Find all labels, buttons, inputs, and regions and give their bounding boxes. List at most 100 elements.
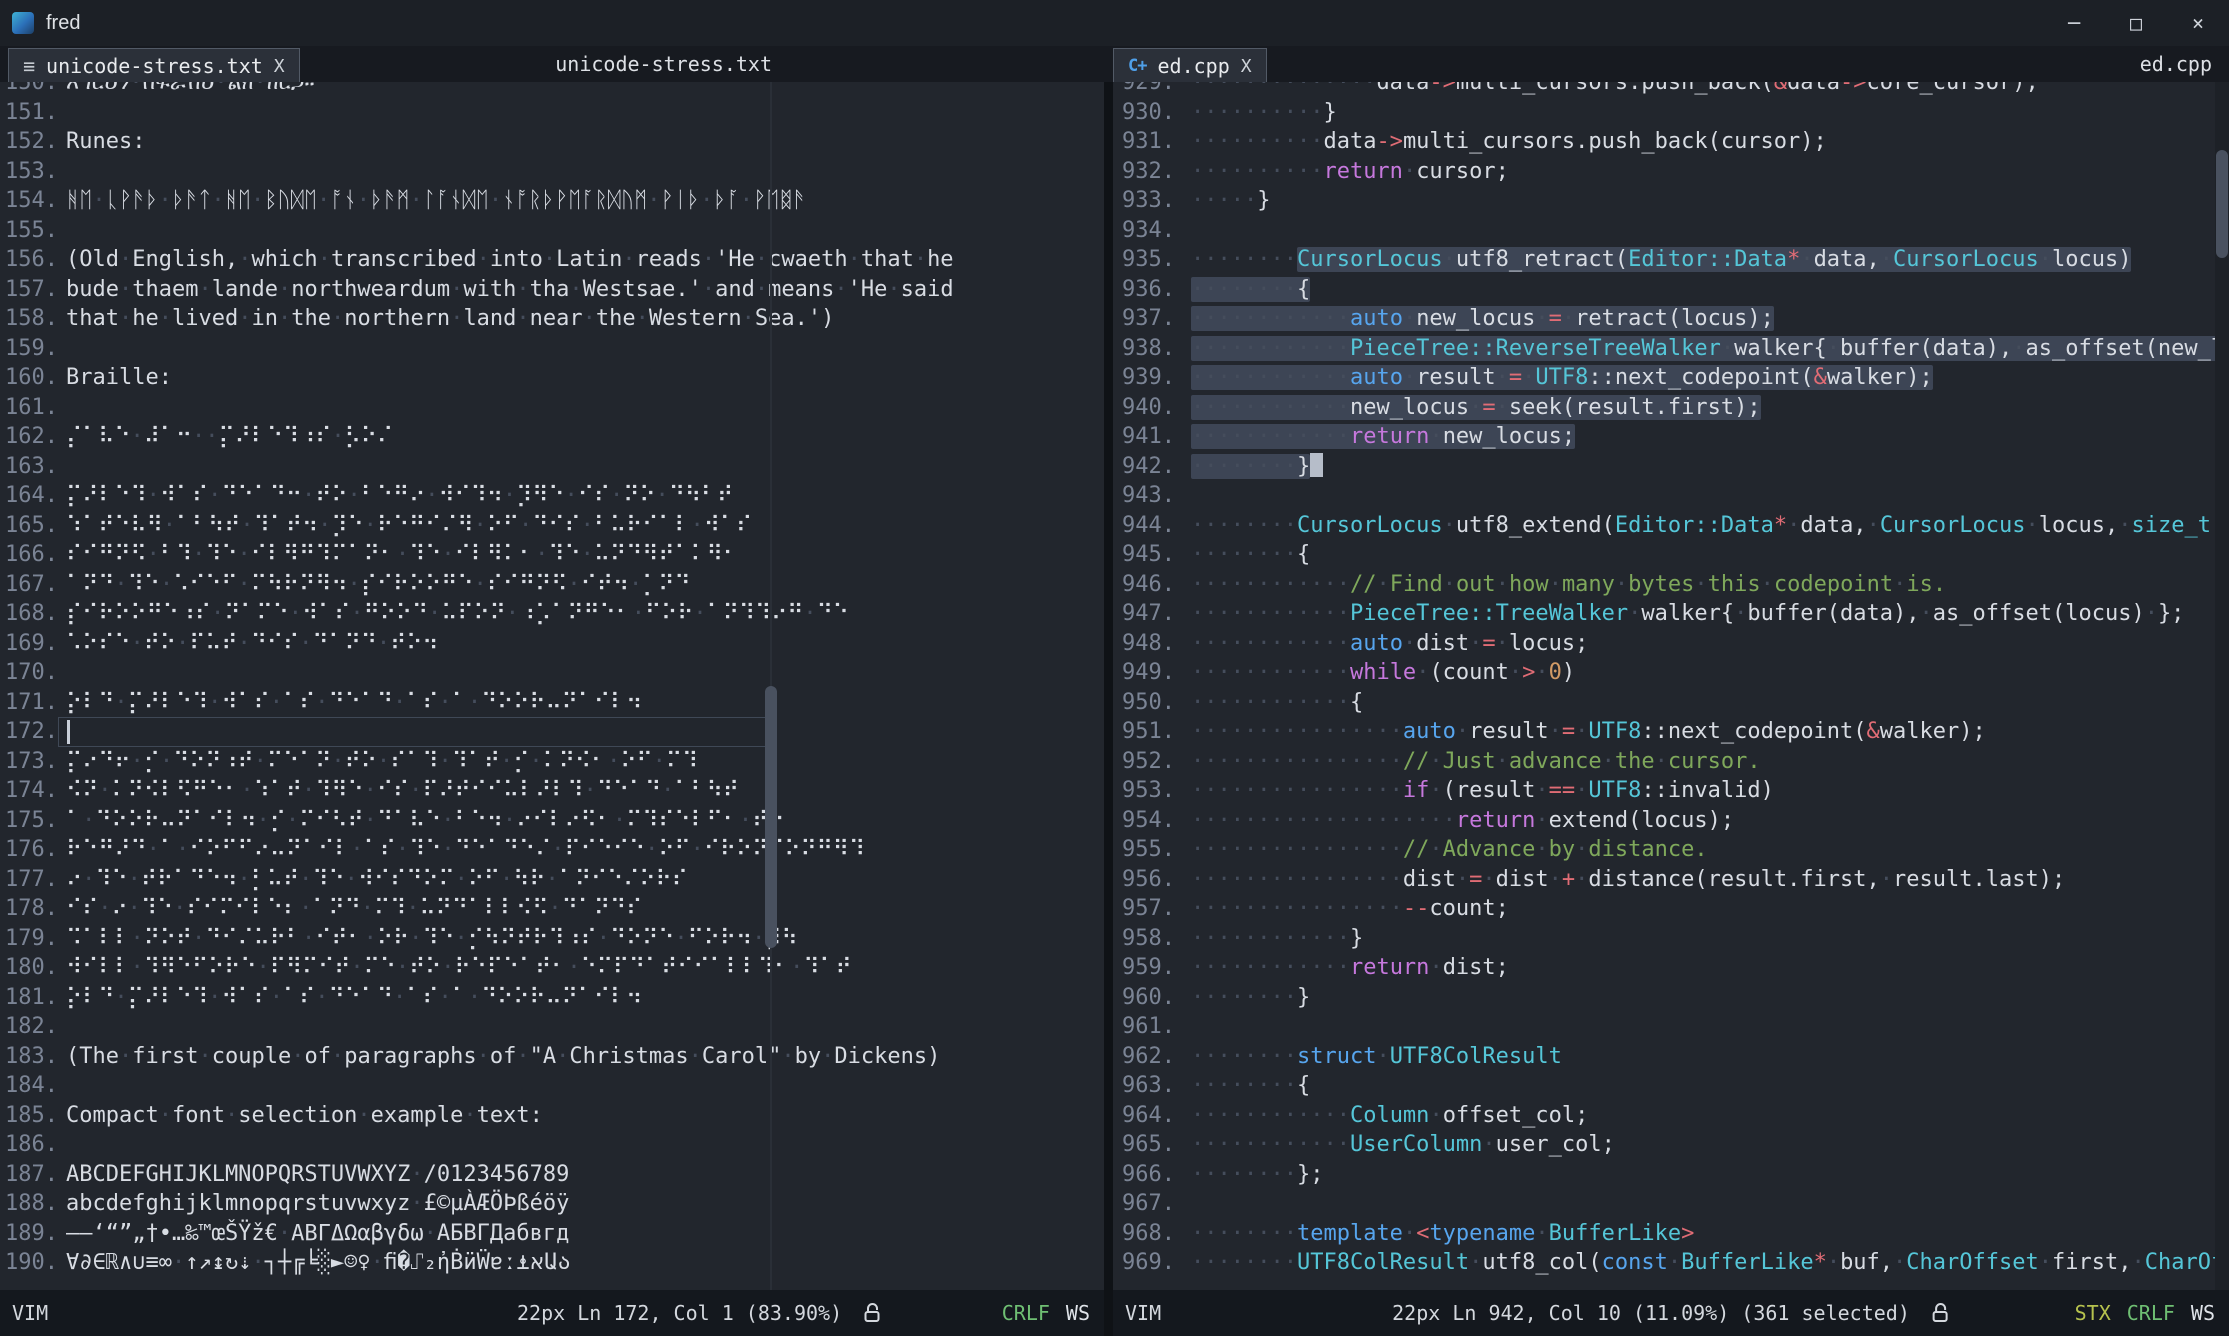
editor-line[interactable]: 929.··············data->multi_cursors.pu… [1113,82,2229,98]
tab-close-icon[interactable]: X [274,56,285,77]
editor-line[interactable]: 950.············{ [1113,688,2229,718]
editor-line[interactable]: 930.··········} [1113,98,2229,128]
editor-line[interactable]: 155. [0,216,954,246]
editor-line[interactable]: 156.(Old·English,·which·transcribed·into… [0,245,954,275]
editor-line[interactable]: 185.Compact·font·selection·example·text: [0,1101,954,1131]
whitespace-indicator[interactable]: WS [1066,1301,1090,1325]
editor-line[interactable]: 944.········CursorLocus·utf8_extend(Edit… [1113,511,2229,541]
left-scrollbar-thumb[interactable] [765,686,777,948]
editor-line[interactable]: 941.············return·new_locus; [1113,422,2229,452]
editor-line[interactable]: 965.············UserColumn·user_col; [1113,1130,2229,1160]
editor-line[interactable]: 963.········{ [1113,1071,2229,1101]
editor-line[interactable]: 183.(The·first·couple·of·paragraphs·of·"… [0,1042,954,1072]
editor-line[interactable]: 168.⡎⠊⠗⠕⠕⠛⠑⠰⠎·⠝⠁⠍⠑·⠺⠁⠎·⠛⠕⠕⠙·⠥⠏⠕⠝·⠰⡡⠁⠝⠛⠑⠂… [0,599,954,629]
editor-line[interactable]: 933.·····} [1113,186,2229,216]
editor-line[interactable]: 173.⡍⠔⠙⠖·⡊·⠙⠕⠝⠰⠞·⠍⠑⠁⠝·⠞⠕·⠎⠁⠹·⠹⠁⠞·⡊·⠅⠝⠪⠂·… [0,747,954,777]
editor-line[interactable]: 948.············auto·dist·=·locus; [1113,629,2229,659]
editor-line[interactable]: 174.⠪⠝·⠅⠝⠪⠇⠫⠛⠑⠂·⠱⠁⠞·⠹⠻⠑·⠊⠎·⠏⠜⠞⠊⠊⠥⠇⠜⠇⠹·⠙⠑… [0,776,954,806]
editor-line[interactable]: 150.እግርህን·በፍራሽህ·ልክ·ዘርጋ። [0,82,954,98]
editor-line[interactable]: 190.∀∂∈ℝ∧∪≡∞·↑↗↨↻⇣·┐┼╔╘░►☺♀·ﬁ�⑀₂ἠḂӥẄɐː⍎א… [0,1248,954,1278]
editor-line[interactable]: 961. [1113,1012,2229,1042]
editor-line[interactable]: 186. [0,1130,954,1160]
editor-line[interactable]: 964.············Column·offset_col; [1113,1101,2229,1131]
editor-line[interactable]: 153. [0,157,954,187]
editor-line[interactable]: 946.············//·Find·out·how·many·byt… [1113,570,2229,600]
whitespace-indicator[interactable]: WS [2191,1301,2215,1325]
unlock-icon[interactable] [1930,1302,1950,1324]
line-ending-indicator[interactable]: CRLF [2127,1301,2175,1325]
editor-line[interactable]: 179.⠩⠁⠇⠇·⠝⠕⠞·⠙⠊⠌⠥⠗⠃·⠊⠞⠂·⠕⠗·⠹⠑·⡊⠳⠝⠞⠗⠹⠰⠎·⠙… [0,924,954,954]
editor-line[interactable]: 966.········}; [1113,1160,2229,1190]
editor-line[interactable]: 159. [0,334,954,364]
editor-line[interactable]: 151. [0,98,954,128]
editor-line[interactable]: 154.ᚻᛖ·ᚳᚹᚫᚦ·ᚦᚫᛏ·ᚻᛖ·ᛒᚢᛞᛖ·ᚩᚾ·ᚦᚫᛗ·ᛚᚪᚾᛞᛖ·ᚾᚩᚱ… [0,186,954,216]
editor-line[interactable]: 164.⡍⠜⠇⠑⠹·⠺⠁⠎·⠙⠑⠁⠙⠒·⠞⠕·⠃⠑⠛⠔·⠺⠊⠹⠲·⡹⠻⠑·⠊⠎·… [0,481,954,511]
line-ending-indicator[interactable]: CRLF [1002,1301,1050,1325]
editor-line[interactable]: 184. [0,1071,954,1101]
editor-line[interactable]: 169.⠡⠕⠎⠑·⠞⠕·⠏⠥⠞·⠙⠊⠎·⠙⠁⠝⠙·⠞⠕⠲ [0,629,954,659]
tab-unicode-stress[interactable]: ≡ unicode-stress.txt X [8,48,300,83]
tab-ed-cpp[interactable]: C+ ed.cpp X [1113,48,1267,83]
editor-line[interactable]: 182. [0,1012,954,1042]
editor-line[interactable]: 940.············new_locus·=·seek(result.… [1113,393,2229,423]
editor-line[interactable]: 178.⠊⠎·⠔·⠹⠑·⠎⠊⠍⠊⠇⠑⠆·⠁⠝⠙·⠍⠹·⠥⠝⠙⠁⠇⠇⠪⠫·⠙⠁⠝⠙… [0,894,954,924]
editor-line[interactable]: 189.–—‘“”„†•…‰™œŠŸž€·ΑΒΓΔΩαβγδω·АБВГДабв… [0,1219,954,1249]
editor-line[interactable]: 175.⠁·⠙⠕⠕⠗⠤⠝⠁⠊⠇⠲·⡊·⠍⠊⠣⠞·⠙⠁⠧⠑·⠃⠑⠲·⠔⠊⠇⠔⠫⠂·… [0,806,954,836]
tab-close-icon[interactable]: X [1241,56,1252,77]
editor-line[interactable]: 158.that·he·lived·in·the·northern·land·n… [0,304,954,334]
editor-line[interactable]: 163. [0,452,954,482]
editor-line[interactable]: 937.············auto·new_locus·=·retract… [1113,304,2229,334]
right-editor[interactable]: 929.··············data->multi_cursors.pu… [1113,82,2229,1290]
pane-splitter[interactable] [1104,82,1113,1290]
editor-line[interactable]: 968.········template·<typename·BufferLik… [1113,1219,2229,1249]
editor-line[interactable]: 951.················auto·result·=·UTF8::… [1113,717,2229,747]
editor-line[interactable]: 962.········struct·UTF8ColResult [1113,1042,2229,1072]
editor-line[interactable]: 939.············auto·result·=·UTF8::next… [1113,363,2229,393]
editor-line[interactable]: 170. [0,658,954,688]
editor-line[interactable]: 954.····················return·extend(lo… [1113,806,2229,836]
minimize-button[interactable]: ─ [2043,0,2105,46]
editor-line[interactable]: 938.············PieceTree::ReverseTreeWa… [1113,334,2229,364]
editor-line[interactable]: 157.bude·thaem·lande·northweardum·with·t… [0,275,954,305]
editor-line[interactable]: 935.········CursorLocus·utf8_retract(Edi… [1113,245,2229,275]
editor-line[interactable]: 956.················dist·=·dist·+·distan… [1113,865,2229,895]
editor-line[interactable]: 960.········} [1113,983,2229,1013]
editor-line[interactable]: 943. [1113,481,2229,511]
editor-line[interactable]: 942.········} [1113,452,2229,482]
editor-line[interactable]: 172. [0,717,954,747]
syntax-indicator[interactable]: STX [2075,1301,2111,1325]
unlock-icon[interactable] [862,1302,882,1324]
editor-line[interactable]: 957.················--count; [1113,894,2229,924]
editor-line[interactable]: 931.··········data->multi_cursors.push_b… [1113,127,2229,157]
editor-line[interactable]: 945.········{ [1113,540,2229,570]
editor-line[interactable]: 936.········{ [1113,275,2229,305]
right-scrollbar-thumb[interactable] [2216,150,2228,258]
editor-line[interactable]: 180.⠺⠊⠇⠇·⠹⠻⠑⠋⠕⠗⠑·⠏⠻⠍⠊⠞·⠍⠑·⠞⠕·⠗⠑⠏⠑⠁⠞⠂·⠑⠍⠏… [0,953,954,983]
editor-line[interactable]: 171.⡕⠇⠙·⡍⠜⠇⠑⠹·⠺⠁⠎·⠁⠎·⠙⠑⠁⠙·⠁⠎·⠁·⠙⠕⠕⠗⠤⠝⠁⠊⠇… [0,688,954,718]
editor-line[interactable]: 955.················//·Advance·by·distan… [1113,835,2229,865]
editor-line[interactable]: 947.············PieceTree::TreeWalker·wa… [1113,599,2229,629]
editor-line[interactable]: 165.⠱⠁⠞⠑⠧⠻·⠁⠃⠳⠞·⠹⠁⠞⠲·⡹⠑·⠗⠑⠛⠊⠌⠻·⠕⠋·⠙⠊⠎·⠃⠥… [0,511,954,541]
right-scrollbar-track[interactable] [2215,82,2229,1290]
editor-line[interactable]: 162.⡌⠁⠧⠑·⠼⠁⠒··⡍⠜⠇⠑⠹⠰⠎·⡣⠕⠌ [0,422,954,452]
editor-line[interactable]: 181.⡕⠇⠙·⡍⠜⠇⠑⠹·⠺⠁⠎·⠁⠎·⠙⠑⠁⠙·⠁⠎·⠁·⠙⠕⠕⠗⠤⠝⠁⠊⠇… [0,983,954,1013]
editor-line[interactable]: 932.··········return·cursor; [1113,157,2229,187]
left-editor[interactable]: 150.እግርህን·በፍራሽህ·ልክ·ዘርጋ።151.152.Runes:153… [0,82,1104,1290]
close-button[interactable]: × [2167,0,2229,46]
editor-line[interactable]: 188.abcdefghijklmnopqrstuvwxyz·£©µÀÆÖÞßé… [0,1189,954,1219]
editor-line[interactable]: 953.················if·(result·==·UTF8::… [1113,776,2229,806]
editor-line[interactable]: 176.⠗⠑⠛⠜⠙·⠁·⠊⠕⠋⠋⠔⠤⠝⠁⠊⠇·⠁⠎·⠹⠑·⠙⠑⠁⠙⠑⠌·⠏⠊⠑⠊… [0,835,954,865]
editor-line[interactable]: 152.Runes: [0,127,954,157]
editor-line[interactable]: 160.Braille: [0,363,954,393]
editor-line[interactable]: 952.················//·Just·advance·the·… [1113,747,2229,777]
editor-line[interactable]: 161. [0,393,954,423]
editor-line[interactable]: 959.············return·dist; [1113,953,2229,983]
maximize-button[interactable]: □ [2105,0,2167,46]
editor-line[interactable]: 969.········UTF8ColResult·utf8_col(const… [1113,1248,2229,1278]
editor-line[interactable]: 166.⠎⠊⠛⠝⠫·⠃⠹·⠹⠑·⠊⠇⠻⠛⠹⠍⠁⠝⠂·⠹⠑·⠊⠇⠻⠅⠂·⠹⠑·⠥⠝… [0,540,954,570]
editor-line[interactable]: 934. [1113,216,2229,246]
editor-line[interactable]: 958.············} [1113,924,2229,954]
editor-line[interactable]: 967. [1113,1189,2229,1219]
editor-line[interactable]: 167.⠁⠝⠙·⠹⠑·⠡⠊⠑⠋·⠍⠳⠗⠝⠻⠲·⡎⠊⠗⠕⠕⠛⠑·⠎⠊⠛⠝⠫·⠊⠞⠲… [0,570,954,600]
editor-line[interactable]: 949.············while·(count·>·0) [1113,658,2229,688]
